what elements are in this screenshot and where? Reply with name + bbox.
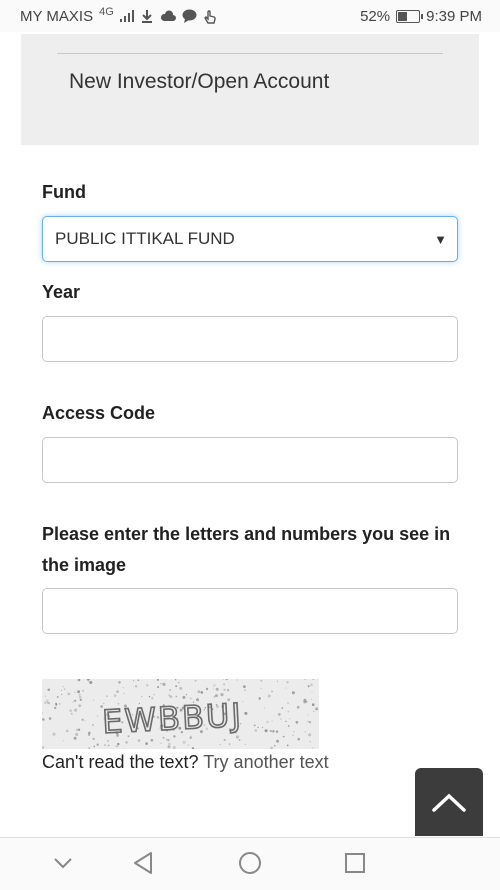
captcha-input[interactable] [42,588,458,634]
home-button[interactable] [237,850,263,876]
fund-selected-value: PUBLIC ITTIKAL FUND [55,229,235,248]
cloud-icon [160,10,176,21]
chevron-up-icon [432,793,466,812]
status-right: 52% 9:39 PM [360,8,482,25]
page-title: New Investor/Open Account [69,70,330,93]
hide-nav-button[interactable] [50,850,76,876]
battery-percent: 52% [360,7,391,25]
access-code-input[interactable] [42,437,458,483]
divider [57,53,443,54]
recents-icon [345,853,365,873]
captcha-help-text: Can't read the text? [42,752,199,772]
chat-bubble-icon [182,9,197,23]
dropdown-caret-icon: ▼ [434,231,447,247]
captcha-noise-graphic: EWBBUJ [42,679,319,749]
back-icon [134,852,152,874]
account-header-panel: New Investor/Open Account [21,34,479,145]
fund-select[interactable]: PUBLIC ITTIKAL FUND ▼ [42,216,458,262]
scroll-to-top-button[interactable] [415,768,483,836]
status-left: MY MAXIS 4G [20,6,217,25]
svg-text:EWBBUJ: EWBBUJ [101,696,243,741]
battery-icon [396,9,424,23]
recents-button[interactable] [342,850,368,876]
year-label: Year [42,282,81,302]
signal-bars-icon [119,10,134,22]
captcha-label: Please enter the letters and numbers you… [42,524,451,575]
signal-icon: 4G [99,6,114,18]
try-another-text-link[interactable]: Try another text [203,752,328,772]
clock: 9:39 PM [426,7,482,25]
access-code-label: Access Code [42,403,156,423]
touch-hand-icon [203,9,216,24]
captcha-help: Can't read the text? Try another text [42,752,329,773]
back-button[interactable] [130,850,156,876]
carrier-name: MY MAXIS [20,7,94,25]
download-icon [141,10,152,23]
captcha-image: EWBBUJ [42,679,319,749]
chevron-down-icon [54,858,72,869]
fund-label: Fund [42,182,86,202]
home-icon [239,852,261,874]
status-bar: MY MAXIS 4G 52% 9:39 PM [0,0,500,32]
year-input[interactable] [42,316,458,362]
navigation-bar [0,837,500,890]
